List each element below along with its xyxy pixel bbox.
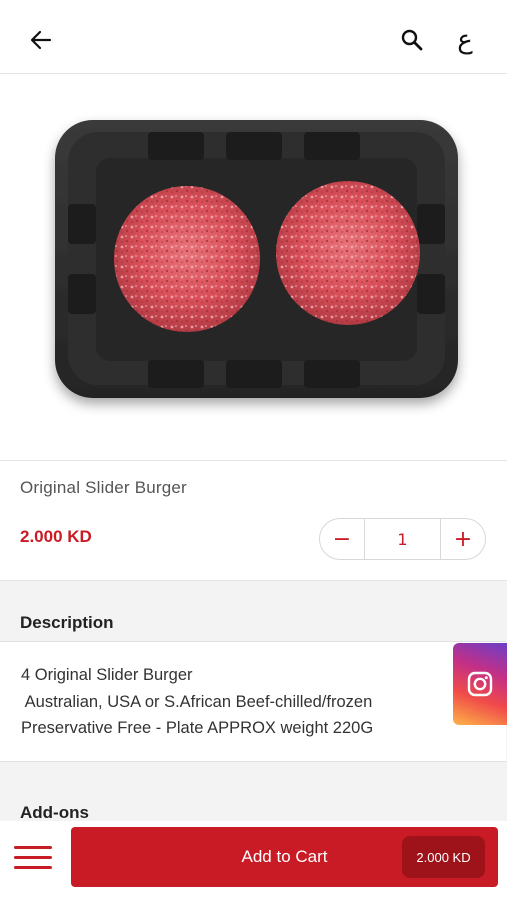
cart-price-badge: 2.000 KD: [402, 836, 485, 878]
description-line: Preservative Free - Plate APPROX weight …: [21, 719, 374, 737]
increment-button[interactable]: +: [441, 519, 485, 559]
burger-patties-tray-image: [55, 120, 458, 398]
add-to-cart-button[interactable]: Add to Cart 2.000 KD: [71, 827, 498, 887]
search-icon: [401, 29, 423, 51]
product-image-area: [0, 74, 507, 461]
instagram-icon: [467, 671, 493, 697]
description-title: Description: [20, 613, 114, 632]
description-box: 4 Original Slider Burger Australian, USA…: [0, 641, 506, 762]
description-line: 4 Original Slider Burger: [21, 666, 193, 684]
hamburger-menu-icon: [14, 846, 52, 849]
description-line: Australian, USA or S.African Beef-chille…: [21, 693, 373, 711]
back-button[interactable]: [23, 22, 59, 58]
language-toggle[interactable]: ع: [447, 22, 483, 58]
top-header: ع: [0, 0, 507, 74]
quantity-stepper: − 1 +: [319, 518, 486, 560]
menu-button[interactable]: [14, 843, 54, 873]
quantity-value[interactable]: 1: [364, 519, 441, 559]
search-button[interactable]: [394, 22, 430, 58]
instagram-button[interactable]: [453, 643, 507, 725]
product-name: Original Slider Burger: [20, 478, 187, 497]
addons-title: Add-ons: [20, 803, 89, 822]
product-price: 2.000 KD: [20, 527, 92, 546]
decrement-button[interactable]: −: [320, 519, 364, 559]
arrow-left-icon: [30, 30, 52, 50]
